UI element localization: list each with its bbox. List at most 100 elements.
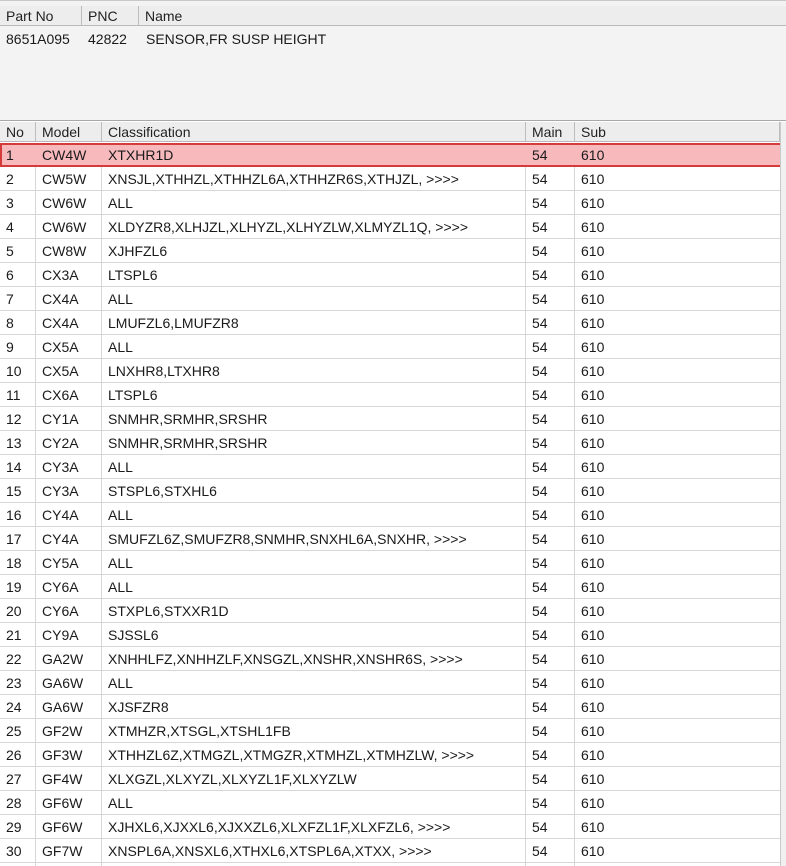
cell-no: 27	[6, 771, 22, 787]
cell-model: GF3W	[42, 747, 83, 763]
part-row[interactable]: 8651A095 42822 SENSOR,FR SUSP HEIGHT	[0, 28, 786, 50]
cell-classification: STSPL6,STXHL6	[108, 483, 217, 499]
cell-sub: 610	[581, 171, 605, 187]
cell-no: 4	[6, 219, 14, 235]
cell-model: CY2A	[42, 435, 79, 451]
cell-model: GF2W	[42, 723, 83, 739]
table-row[interactable]: 22 GA2W XNHHLFZ,XNHHZLF,XNSGZL,XNSHR,XNSHR…	[0, 647, 786, 671]
cell-main: 54	[532, 627, 548, 643]
table-row[interactable]: 12 CY1A SNMHR,SRMHR,SRSHR 54 610	[0, 407, 786, 431]
table-row[interactable]: 19 CY6A ALL 54 610	[0, 575, 786, 599]
table-row[interactable]: 11 CX6A LTSPL6 54 610	[0, 383, 786, 407]
cell-sub: 610	[581, 219, 605, 235]
column-header-name[interactable]: Name	[139, 6, 786, 26]
cell-classification: ALL	[108, 675, 133, 691]
cell-main: 54	[532, 411, 548, 427]
cell-sub: 610	[581, 747, 605, 763]
cell-main: 54	[532, 531, 548, 547]
cell-sub: 610	[581, 843, 605, 859]
table-row[interactable]: 20 CY6A STXPL6,STXXR1D 54 610	[0, 599, 786, 623]
cell-no: 16	[6, 507, 22, 523]
table-row[interactable]: 4 CW6W XLDYZR8,XLHJZL,XLHYZL,XLHYZLW,XLMYZ…	[0, 215, 786, 239]
cell-model: CW4W	[42, 147, 87, 163]
cell-classification: ALL	[108, 507, 133, 523]
table-row[interactable]: 1 CW4W XTXHR1D 54 610	[0, 143, 786, 167]
cell-main: 54	[532, 195, 548, 211]
cell-sub: 610	[581, 291, 605, 307]
column-header-main[interactable]: Main	[526, 122, 575, 142]
table-row[interactable]: 15 CY3A STSPL6,STXHL6 54 610	[0, 479, 786, 503]
cell-classification: ALL	[108, 339, 133, 355]
cell-classification: ALL	[108, 195, 133, 211]
table-row[interactable]: 27 GF4W XLXGZL,XLXYZL,XLXYZL1F,XLXYZLW 54 61…	[0, 767, 786, 791]
cell-no: 21	[6, 627, 22, 643]
table-row[interactable]: 30 GF7W XNSPL6A,XNSXL6,XTHXL6,XTSPL6A,XTXX…	[0, 839, 786, 863]
table-row[interactable]: 2 CW5W XNSJL,XTHHZL,XTHHZL6A,XTHHZR6S,XTHJ…	[0, 167, 786, 191]
table-row[interactable]: 16 CY4A ALL 54 610	[0, 503, 786, 527]
cell-no: 18	[6, 555, 22, 571]
table-row[interactable]: 23 GA6W ALL 54 610	[0, 671, 786, 695]
cell-main: 54	[532, 219, 548, 235]
column-header-classification[interactable]: Classification	[102, 122, 526, 142]
cell-no: 19	[6, 579, 22, 595]
table-row[interactable]: 6 CX3A LTSPL6 54 610	[0, 263, 786, 287]
pnc-value: 42822	[88, 31, 127, 47]
cell-sub: 610	[581, 555, 605, 571]
column-header-no[interactable]: No	[0, 122, 36, 142]
table-row[interactable]: 24 GA6W XJSFZR8 54 610	[0, 695, 786, 719]
cell-classification: SJSSL6	[108, 627, 159, 643]
cell-no: 9	[6, 339, 14, 355]
table-row[interactable]: 28 GF6W ALL 54 610	[0, 791, 786, 815]
cell-classification: ALL	[108, 459, 133, 475]
cell-classification: LMUFZL6,LMUFZR8	[108, 315, 239, 331]
cell-classification: LTSPL6	[108, 387, 158, 403]
column-header-sub[interactable]: Sub	[575, 122, 780, 142]
cell-sub: 610	[581, 531, 605, 547]
cell-sub: 610	[581, 315, 605, 331]
table-row[interactable]: 17 CY4A SMUFZL6Z,SMUFZR8,SNMHR,SNXHL6A,SNX…	[0, 527, 786, 551]
column-header-part-no[interactable]: Part No	[0, 6, 82, 26]
cell-main: 54	[532, 771, 548, 787]
cell-sub: 610	[581, 627, 605, 643]
cell-classification: XLDYZR8,XLHJZL,XLHYZL,XLHYZLW,XLMYZL1Q, …	[108, 219, 468, 235]
cell-no: 24	[6, 699, 22, 715]
table-row[interactable]: 3 CW6W ALL 54 610	[0, 191, 786, 215]
cell-model: CY9A	[42, 627, 79, 643]
cell-classification: XTXHR1D	[108, 147, 174, 163]
cell-sub: 610	[581, 699, 605, 715]
cell-model: CX6A	[42, 387, 79, 403]
table-row[interactable]: 9 CX5A ALL 54 610	[0, 335, 786, 359]
table-row[interactable]: 18 CY5A ALL 54 610	[0, 551, 786, 575]
cell-main: 54	[532, 483, 548, 499]
table-row[interactable]: 21 CY9A SJSSL6 54 610	[0, 623, 786, 647]
table-row[interactable]: 29 GF6W XJHXL6,XJXXL6,XJXXZL6,XLXFZL1F,XLX…	[0, 815, 786, 839]
cell-model: CX4A	[42, 291, 79, 307]
cell-no: 28	[6, 795, 22, 811]
table-row[interactable]: 10 CX5A LNXHR8,LTXHR8 54 610	[0, 359, 786, 383]
cell-sub: 610	[581, 459, 605, 475]
table-row[interactable]: 13 CY2A SNMHR,SRMHR,SRSHR 54 610	[0, 431, 786, 455]
cell-no: 17	[6, 531, 22, 547]
table-row[interactable]: 14 CY3A ALL 54 610	[0, 455, 786, 479]
cell-no: 7	[6, 291, 14, 307]
vertical-scrollbar[interactable]	[780, 122, 786, 866]
column-header-pnc[interactable]: PNC	[82, 6, 139, 26]
cell-classification: LTSPL6	[108, 267, 158, 283]
cell-sub: 610	[581, 435, 605, 451]
table-row[interactable]: 5 CW8W XJHFZL6 54 610	[0, 239, 786, 263]
cell-sub: 610	[581, 723, 605, 739]
cell-no: 10	[6, 363, 22, 379]
part-info-panel: Part No PNC Name 8651A095 42822 SENSOR,F…	[0, 0, 786, 121]
cell-no: 25	[6, 723, 22, 739]
table-row[interactable]: 25 GF2W XTMHZR,XTSGL,XTSHL1FB 54 610	[0, 719, 786, 743]
cell-model: GF6W	[42, 795, 83, 811]
table-row[interactable]: 7 CX4A ALL 54 610	[0, 287, 786, 311]
cell-classification: SMUFZL6Z,SMUFZR8,SNMHR,SNXHL6A,SNXHR, >>…	[108, 531, 467, 547]
part-table-header: Part No PNC Name	[0, 6, 786, 26]
table-row[interactable]: 26 GF3W XTHHZL6Z,XTMGZL,XTMGZR,XTMHZL,XTMH…	[0, 743, 786, 767]
cell-model: CY4A	[42, 531, 79, 547]
cell-classification: ALL	[108, 795, 133, 811]
column-header-model[interactable]: Model	[36, 122, 102, 142]
part-name-value: SENSOR,FR SUSP HEIGHT	[146, 31, 327, 47]
table-row[interactable]: 8 CX4A LMUFZL6,LMUFZR8 54 610	[0, 311, 786, 335]
